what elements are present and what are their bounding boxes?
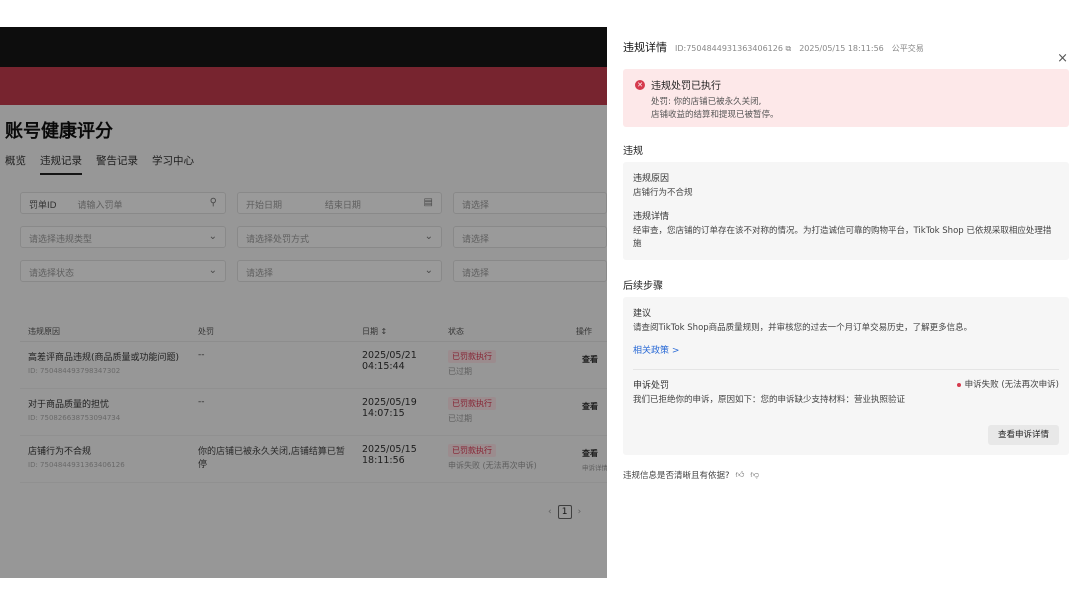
appeal-status-text: 申诉失败 (无法再次申诉)	[964, 380, 1059, 390]
thumbs-up-icon[interactable]: 👍︎	[736, 470, 745, 480]
alert-line-1: 处罚: 你的店铺已被永久关闭,	[651, 97, 762, 107]
violation-date: 2025/05/15 18:11:56	[799, 44, 884, 53]
related-policy-link[interactable]: 相关政策 >	[633, 343, 679, 356]
reason-value: 店铺行为不合规	[633, 188, 693, 198]
violation-details-drawer: 违规详情 ID:7504844931363406126 ⧉ 2025/05/15…	[607, 27, 1080, 595]
divider	[633, 369, 1059, 370]
violation-card: 违规原因 店铺行为不合规 违规详情 经审查，您店铺的订单存在该不对称的情况。为打…	[623, 162, 1069, 260]
alert-line-2: 店铺收益的结算和提现已被暂停。	[651, 110, 779, 120]
next-steps-section-title: 后续步骤	[623, 281, 663, 292]
drawer-header: 违规详情 ID:7504844931363406126 ⧉ 2025/05/15…	[623, 39, 924, 55]
suggest-label: 建议	[633, 309, 652, 319]
reason-label: 违规原因	[633, 174, 670, 184]
thumbs-down-icon[interactable]: 👎︎	[750, 470, 759, 480]
alert-title: ✕ 违规处罚已执行	[635, 77, 1057, 92]
appeal-label: 申诉处罚	[633, 381, 670, 391]
appeal-value: 我们已拒绝你的申诉，原因如下：您的申诉缺少支持材料：营业执照验证	[633, 395, 906, 405]
alert-title-text: 违规处罚已执行	[651, 81, 721, 92]
error-icon: ✕	[635, 79, 645, 90]
violation-id-text: ID:7504844931363406126	[675, 44, 783, 53]
modal-overlay[interactable]	[0, 27, 607, 578]
background-page: 账号健康评分 概览 违规记录 警告记录 学习中心 罚单ID 请输入罚单 ⚲ 开始…	[0, 27, 607, 578]
violation-category: 公平交易	[891, 44, 924, 53]
penalty-alert: ✕ 违规处罚已执行 处罚: 你的店铺已被永久关闭, 店铺收益的结算和提现已被暂停…	[623, 69, 1069, 127]
suggest-value: 请查阅TikTok Shop商品质量规则，并审核您的过去一个月订单交易历史，了解…	[633, 323, 973, 333]
feedback-question: 违规信息是否清晰且有依据?	[623, 471, 730, 481]
status-dot	[956, 382, 961, 387]
appeal-status: 申诉失败 (无法再次申诉)	[956, 378, 1059, 391]
detail-value: 经审查，您店铺的订单存在该不对称的情况。为打造诚信可靠的购物平台，TikTok …	[633, 226, 1052, 249]
violation-section-title: 违规	[623, 146, 643, 157]
close-icon[interactable]: ×	[1057, 51, 1068, 66]
next-steps-card: 建议 请查阅TikTok Shop商品质量规则，并审核您的过去一个月订单交易历史…	[623, 297, 1069, 455]
appeal-header: 申诉处罚 申诉失败 (无法再次申诉)	[633, 378, 1059, 391]
violation-id: ID:7504844931363406126 ⧉	[675, 44, 791, 54]
view-appeal-details-button[interactable]: 查看申诉详情	[987, 425, 1059, 445]
feedback-bar: 违规信息是否清晰且有依据? 👍︎ 👎︎	[623, 469, 759, 481]
detail-label: 违规详情	[633, 212, 670, 222]
drawer-title: 违规详情	[623, 41, 667, 54]
copy-icon[interactable]: ⧉	[785, 44, 791, 53]
